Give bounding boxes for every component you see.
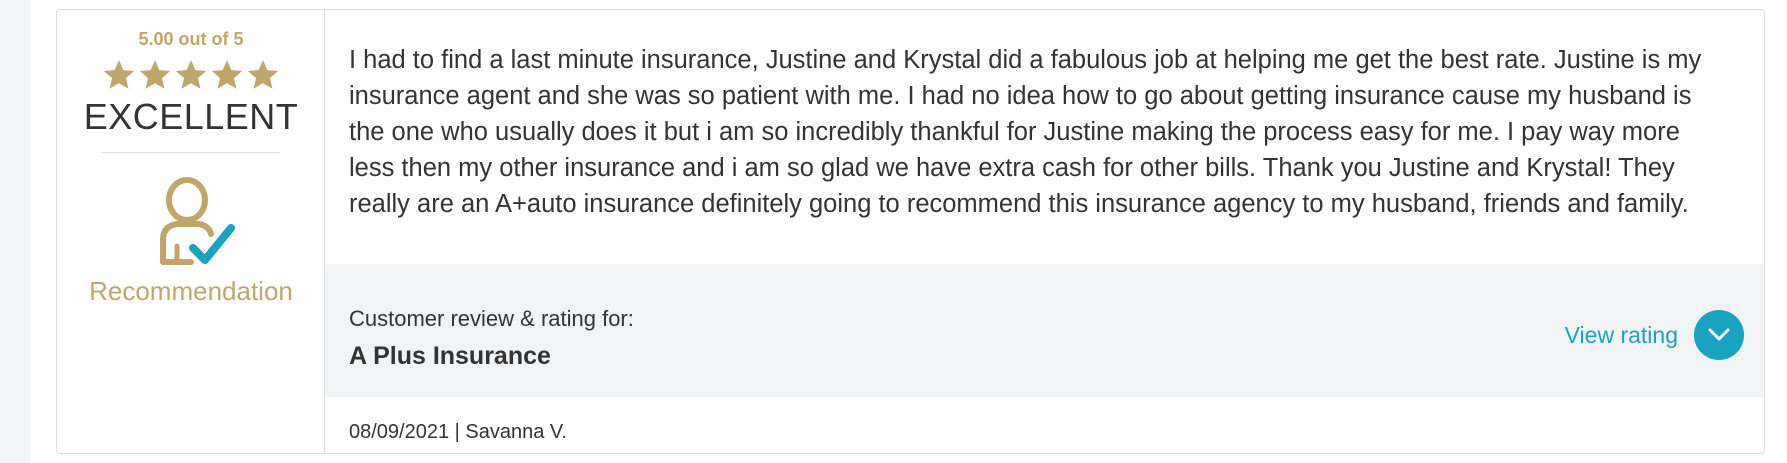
left-gutter xyxy=(0,0,30,463)
review-content: I had to find a last minute insurance, J… xyxy=(325,10,1764,453)
view-rating-label[interactable]: View rating xyxy=(1565,322,1678,349)
rating-grade: EXCELLENT xyxy=(83,96,299,137)
review-text: I had to find a last minute insurance, J… xyxy=(349,46,1702,218)
view-rating-button[interactable]: View rating xyxy=(1565,310,1744,360)
star-icon xyxy=(247,60,279,89)
recommendation-label: Recommendation xyxy=(89,276,293,306)
star-icon xyxy=(103,60,135,89)
review-for-label: Customer review & rating for: xyxy=(349,306,634,331)
star-rating xyxy=(57,58,325,92)
rating-column: 5.00 out of 5 EXCELLENT Recommendation xyxy=(57,10,325,453)
divider xyxy=(102,152,280,153)
business-info-bar: Customer review & rating for: A Plus Ins… xyxy=(325,264,1764,397)
business-name: A Plus Insurance xyxy=(349,342,551,370)
person-check-icon xyxy=(157,176,237,273)
review-card: 5.00 out of 5 EXCELLENT Recommendation I… xyxy=(56,9,1765,454)
review-date-author: 08/09/2021 | Savanna V. xyxy=(349,421,567,443)
star-icon xyxy=(211,60,243,89)
chevron-down-icon[interactable] xyxy=(1694,310,1744,360)
star-icon xyxy=(175,60,207,89)
rating-score: 5.00 out of 5 xyxy=(138,29,244,49)
star-icon xyxy=(139,60,171,89)
